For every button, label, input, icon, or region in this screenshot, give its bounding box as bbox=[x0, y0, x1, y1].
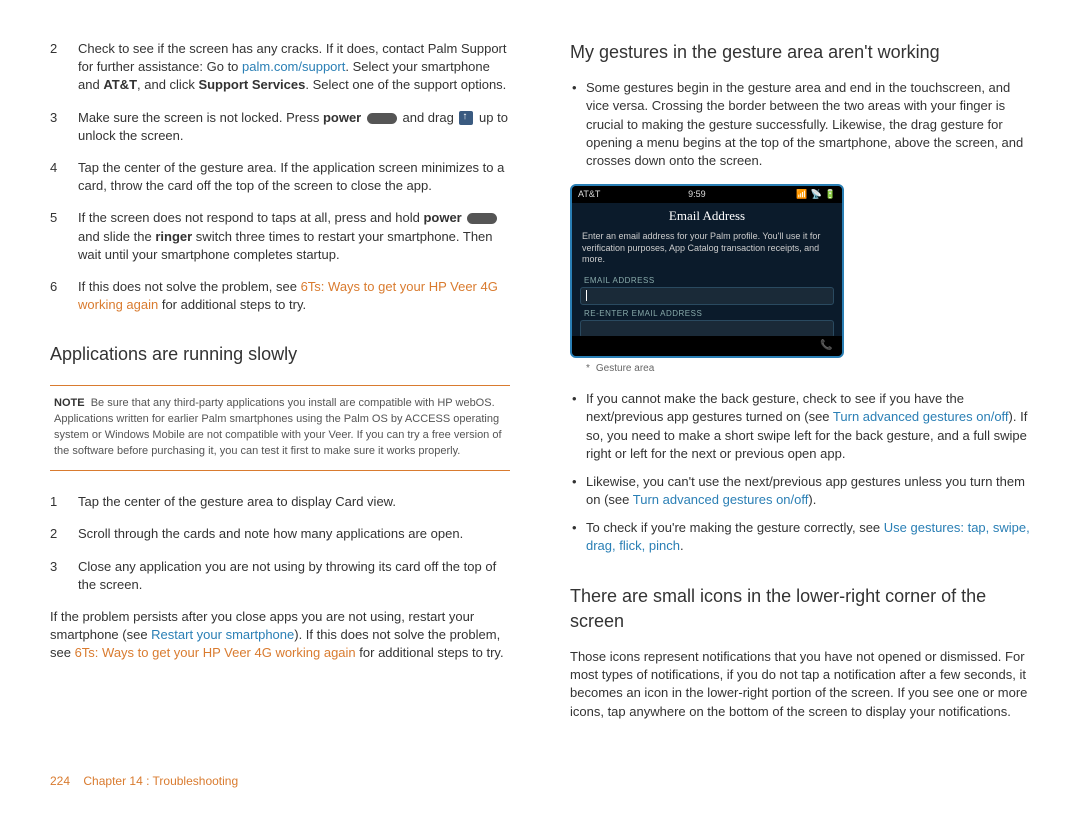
step-number: 2 bbox=[50, 40, 78, 58]
text-cursor bbox=[586, 290, 587, 301]
page-footer: 224 Chapter 14 : Troubleshooting bbox=[50, 773, 1030, 790]
step-2: 2 Check to see if the screen has any cra… bbox=[50, 40, 510, 95]
bullet-gesture-intro: Some gestures begin in the gesture area … bbox=[570, 79, 1030, 170]
phone-desc: Enter an email address for your Palm pro… bbox=[572, 229, 842, 272]
heading-gestures: My gestures in the gesture area aren't w… bbox=[570, 40, 1030, 65]
phone-bottombar: 📞 bbox=[572, 336, 842, 356]
email-field-group: EMAIL ADDRESS bbox=[580, 275, 834, 305]
step-number: 4 bbox=[50, 159, 78, 177]
step-body: If the screen does not respond to taps a… bbox=[78, 209, 510, 264]
step-number: 5 bbox=[50, 209, 78, 227]
phone-icon: 📞 bbox=[820, 339, 834, 353]
reenter-email-label: RE-ENTER EMAIL ADDRESS bbox=[580, 308, 834, 319]
steps-list-b: 1 Tap the center of the gesture area to … bbox=[50, 493, 510, 594]
email-field-label: EMAIL ADDRESS bbox=[580, 275, 834, 286]
step-number: 2 bbox=[50, 525, 78, 543]
step-body: Close any application you are not using … bbox=[78, 558, 510, 594]
gesture-bullets-bottom: If you cannot make the back gesture, che… bbox=[570, 390, 1030, 556]
step-body: Scroll through the cards and note how ma… bbox=[78, 525, 510, 543]
step-number: 1 bbox=[50, 493, 78, 511]
step-body: Make sure the screen is not locked. Pres… bbox=[78, 109, 510, 145]
reenter-email-field-group: RE-ENTER EMAIL ADDRESS bbox=[580, 308, 834, 338]
time-label: 9:59 bbox=[688, 188, 706, 201]
caption-asterisk: * bbox=[586, 363, 590, 374]
step-body: Tap the center of the gesture area. If t… bbox=[78, 159, 510, 195]
right-column: My gestures in the gesture area aren't w… bbox=[570, 40, 1030, 733]
heading-small-icons: There are small icons in the lower-right… bbox=[570, 584, 1030, 634]
step-number: 3 bbox=[50, 109, 78, 127]
carrier-label: AT&T bbox=[578, 188, 600, 201]
battery-icon: 🔋 bbox=[825, 188, 836, 201]
step-4: 4 Tap the center of the gesture area. If… bbox=[50, 159, 510, 195]
note-label: NOTE bbox=[54, 397, 85, 409]
bullet-next-prev: Likewise, you can't use the next/previou… bbox=[570, 473, 1030, 509]
chapter-label: Chapter 14 : Troubleshooting bbox=[83, 774, 238, 788]
caption-text: Gesture area bbox=[596, 363, 654, 374]
small-icons-paragraph: Those icons represent notifications that… bbox=[570, 648, 1030, 721]
step-b2: 2 Scroll through the cards and note how … bbox=[50, 525, 510, 543]
signal-icon: 📶 bbox=[796, 188, 807, 201]
bullet-check-gesture: To check if you're making the gesture co… bbox=[570, 519, 1030, 555]
page-number: 224 bbox=[50, 774, 70, 788]
status-icons: 📶 📡🔋 bbox=[793, 188, 836, 201]
six-ts-link-2[interactable]: 6Ts: Ways to get your HP Veer 4G working… bbox=[75, 645, 356, 660]
phone-screenshot: AT&T 9:59 📶 📡🔋 Email Address Enter an ema… bbox=[570, 184, 844, 358]
heading-apps-slow: Applications are running slowly bbox=[50, 342, 510, 367]
power-button-icon bbox=[467, 213, 497, 224]
wifi-icon: 📡 bbox=[811, 188, 822, 201]
note-text: Be sure that any third-party application… bbox=[54, 397, 502, 457]
palm-support-link[interactable]: palm.com/support bbox=[242, 59, 345, 74]
email-input[interactable] bbox=[580, 287, 834, 305]
gesture-bullets-top: Some gestures begin in the gesture area … bbox=[570, 79, 1030, 170]
step-3: 3 Make sure the screen is not locked. Pr… bbox=[50, 109, 510, 145]
advanced-gestures-link-1[interactable]: Turn advanced gestures on/off bbox=[833, 409, 1009, 424]
left-column: 2 Check to see if the screen has any cra… bbox=[50, 40, 510, 733]
step-5: 5 If the screen does not respond to taps… bbox=[50, 209, 510, 264]
persist-paragraph: If the problem persists after you close … bbox=[50, 608, 510, 663]
step-b3: 3 Close any application you are not usin… bbox=[50, 558, 510, 594]
bullet-back-gesture: If you cannot make the back gesture, che… bbox=[570, 390, 1030, 463]
step-body: If this does not solve the problem, see … bbox=[78, 278, 510, 314]
step-body: Tap the center of the gesture area to di… bbox=[78, 493, 510, 511]
steps-list-a: 2 Check to see if the screen has any cra… bbox=[50, 40, 510, 314]
power-button-icon bbox=[367, 113, 397, 124]
phone-title: Email Address bbox=[572, 203, 842, 229]
drag-up-icon bbox=[459, 111, 473, 125]
phone-statusbar: AT&T 9:59 📶 📡🔋 bbox=[572, 186, 842, 203]
restart-smartphone-link[interactable]: Restart your smartphone bbox=[151, 627, 294, 642]
screenshot-caption: * Gesture area bbox=[586, 362, 1030, 376]
advanced-gestures-link-2[interactable]: Turn advanced gestures on/off bbox=[633, 492, 809, 507]
step-body: Check to see if the screen has any crack… bbox=[78, 40, 510, 95]
step-number: 3 bbox=[50, 558, 78, 576]
step-b1: 1 Tap the center of the gesture area to … bbox=[50, 493, 510, 511]
step-6: 6 If this does not solve the problem, se… bbox=[50, 278, 510, 314]
note-box: NOTE Be sure that any third-party applic… bbox=[50, 385, 510, 471]
step-number: 6 bbox=[50, 278, 78, 296]
